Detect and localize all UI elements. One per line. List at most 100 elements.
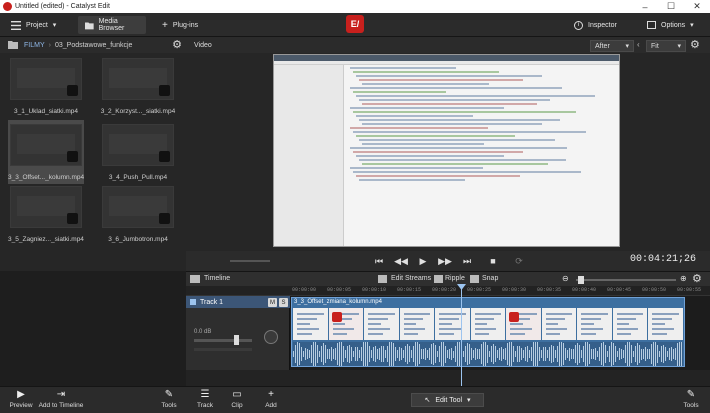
rewind-icon[interactable]: ◀◀ (394, 254, 408, 268)
waveform-bar (547, 350, 548, 358)
waveform-bar (305, 348, 306, 360)
chevron-left-icon[interactable]: ‹ (637, 40, 640, 49)
jog-slider[interactable] (230, 260, 270, 262)
minimize-button[interactable]: – (632, 0, 658, 13)
waveform-bar (477, 348, 478, 360)
go-to-start-icon[interactable]: ⏮ (372, 254, 386, 268)
waveform-bar (509, 342, 510, 366)
waveform-bar (437, 350, 438, 358)
waveform-bar (491, 345, 492, 363)
plus-icon: + (162, 19, 168, 31)
mute-button[interactable]: M (268, 298, 277, 307)
preview-button[interactable]: ▶ Preview (8, 390, 34, 410)
zoom-out-icon[interactable]: ⊖ (562, 274, 569, 283)
video-frame[interactable] (273, 54, 620, 247)
waveform-bar (323, 343, 324, 365)
zoom-slider-thumb[interactable] (578, 276, 584, 284)
media-item[interactable]: 3_2_Korzyst..._siatki.mp4 (100, 58, 176, 115)
waveform-bar (455, 345, 456, 363)
media-item-label: 3_1_Uklad_siatki.mp4 (14, 108, 78, 115)
cursor-icon: ↖ (424, 397, 431, 404)
clip-menu-button[interactable]: ▭ Clip (226, 390, 248, 410)
waveform-bar (529, 349, 530, 359)
timeline-clip[interactable]: 3_3_Offset_zmiana_kolumn.mp4 (291, 297, 685, 367)
waveform-bar (557, 346, 558, 362)
ruler-tick-label: 00:00:15 (397, 287, 422, 293)
volume-slider-thumb[interactable] (234, 335, 239, 345)
stop-icon[interactable]: ■ (486, 254, 500, 268)
media-item-label: 3_2_Korzyst..._siatki.mp4 (100, 108, 176, 115)
tools-right-label: Tools (683, 402, 699, 409)
gear-icon[interactable]: ⚙ (692, 272, 702, 285)
media-item-label: 3_5_Zagniez..._siatki.mp4 (8, 236, 84, 243)
media-item-selected[interactable]: 3_3_Offset..._kolumn.mp4 (8, 120, 84, 184)
waveform-bar (575, 345, 576, 363)
media-item[interactable]: 3_6_Jumbotron.mp4 (100, 186, 176, 243)
waveform-bar (439, 345, 440, 363)
zoom-slider[interactable] (576, 279, 676, 281)
tools-left-button[interactable]: ✎ Tools (158, 390, 180, 410)
add-to-timeline-button[interactable]: ⇥ Add to Timeline (38, 390, 84, 410)
loop-icon[interactable]: ⟳ (512, 254, 526, 268)
waveform-bar (507, 342, 508, 366)
waveform-bar (583, 345, 584, 363)
zoom-in-icon[interactable]: ⊕ (680, 274, 687, 283)
fit-value: Fit (651, 42, 659, 50)
edit-tool-dropdown[interactable]: ↖ Edit Tool ▾ (411, 393, 484, 407)
waveform-bar (451, 348, 452, 360)
waveform-bar (357, 346, 358, 362)
waveform-bar (673, 349, 674, 359)
timeline-ruler[interactable]: 00:00:00 00:00:05 00:00:10 00:00:15 00:00:20… (186, 286, 710, 296)
waveform-bar (613, 342, 614, 366)
add-menu-button[interactable]: + Add (260, 390, 282, 410)
breadcrumb-filmy[interactable]: FILMY (24, 42, 45, 49)
fit-dropdown[interactable]: Fit ▾ (646, 40, 686, 52)
options-button[interactable]: Options ▾ (640, 16, 701, 34)
media-browser-tab[interactable]: Media Browser (78, 16, 146, 34)
waveform-bar (309, 349, 310, 359)
code-line (350, 107, 504, 109)
project-menu-button[interactable]: Project ▾ (4, 16, 63, 34)
solo-button[interactable]: S (279, 298, 288, 307)
waveform-bar (373, 346, 374, 362)
waveform-bar (525, 346, 526, 362)
media-item[interactable]: 3_4_Push_Pull.mp4 (100, 124, 176, 181)
waveform-bar (517, 346, 518, 362)
track-menu-button[interactable]: ☰ Track (194, 390, 216, 410)
timeline-empty-area[interactable] (186, 370, 710, 386)
code-line (350, 147, 568, 149)
track-lane[interactable]: 3_3_Offset_zmiana_kolumn.mp4 (290, 296, 710, 370)
waveform-bar (669, 347, 670, 361)
go-to-end-icon[interactable]: ⏭ (460, 254, 474, 268)
media-item[interactable]: 3_1_Uklad_siatki.mp4 (8, 58, 84, 115)
playhead[interactable] (461, 286, 462, 386)
waveform-bar (487, 345, 488, 363)
ruler-tick-label: 00:00:00 (292, 287, 317, 293)
fast-forward-icon[interactable]: ▶▶ (438, 254, 452, 268)
close-button[interactable]: ✕ (684, 0, 710, 13)
inspector-button[interactable]: i Inspector (567, 16, 624, 34)
gear-icon[interactable]: ⚙ (172, 38, 182, 51)
plugins-tab[interactable]: + Plug-ins (155, 16, 205, 34)
volume-slider[interactable] (194, 339, 252, 342)
waveform-bar (429, 347, 430, 361)
main-toolbar: Project ▾ Media Browser + Plug-ins E/ i … (0, 13, 710, 37)
tools-right-button[interactable]: ✎ Tools (680, 390, 702, 410)
pan-knob[interactable] (264, 330, 278, 344)
media-thumbnail (102, 124, 174, 166)
code-line (362, 163, 548, 165)
after-dropdown[interactable]: After ▾ (590, 40, 634, 52)
breadcrumb-current-folder[interactable]: 03_Podstawowe_funkcje (55, 42, 132, 49)
clip-thumbnails (293, 308, 684, 340)
snap-button[interactable]: Snap (482, 275, 498, 282)
gear-icon[interactable]: ⚙ (690, 38, 700, 51)
waveform-bar (349, 344, 350, 364)
maximize-button[interactable]: ☐ (658, 0, 684, 13)
waveform-bar (513, 345, 514, 363)
edit-streams-button[interactable]: Edit Streams (391, 275, 431, 282)
media-item[interactable]: 3_5_Zagniez..._siatki.mp4 (8, 186, 84, 243)
clip-frame-thumbnail (399, 308, 435, 340)
ruler-tick-label: 00:00:10 (362, 287, 387, 293)
play-icon[interactable]: ▶ (416, 254, 430, 268)
ripple-button[interactable]: Ripple (445, 275, 465, 282)
